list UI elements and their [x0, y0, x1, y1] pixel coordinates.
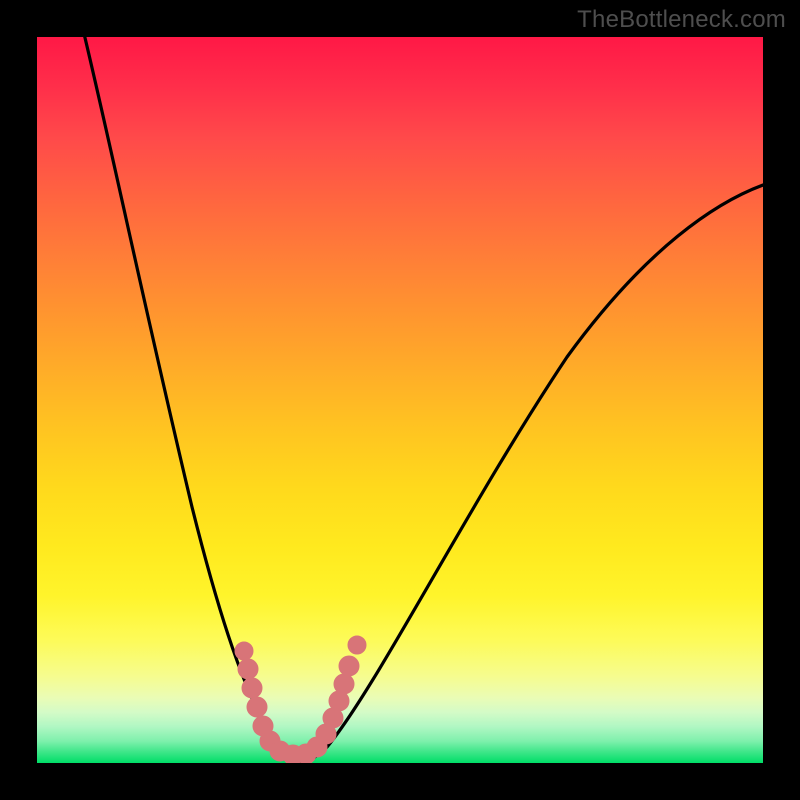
highlight-cluster — [235, 636, 366, 763]
chart-frame: TheBottleneck.com — [0, 0, 800, 800]
watermark-text: TheBottleneck.com — [577, 6, 786, 34]
bottleneck-curve-path — [80, 37, 763, 762]
plot-area — [37, 37, 763, 763]
bottleneck-curve-svg — [37, 37, 763, 763]
